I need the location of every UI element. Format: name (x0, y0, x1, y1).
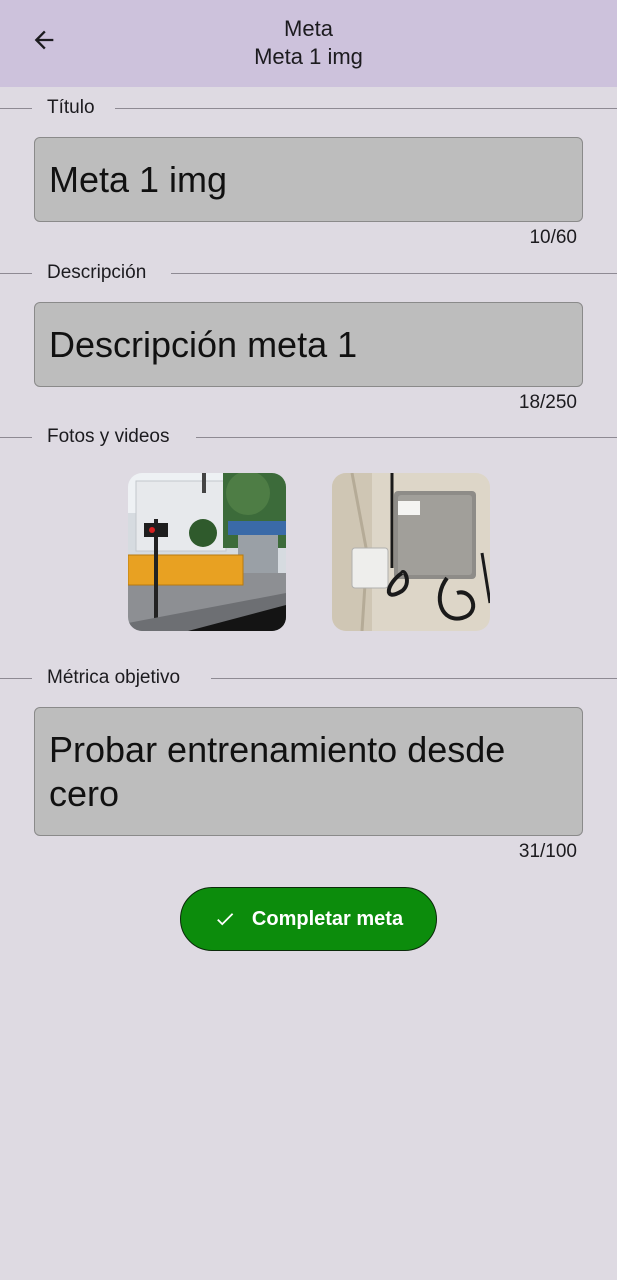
page-subtitle: Meta 1 img (254, 44, 363, 69)
divider (171, 273, 617, 274)
section-header-metrica: Métrica objetivo (0, 666, 617, 690)
divider (211, 678, 617, 679)
divider (115, 108, 617, 109)
electrical-box-photo-image (332, 473, 490, 631)
descripcion-char-counter: 18/250 (518, 392, 577, 413)
app-bar-titles: Meta Meta 1 img (0, 15, 617, 71)
titulo-field[interactable]: Meta 1 img (34, 137, 583, 222)
divider (196, 437, 617, 438)
section-label-metrica: Métrica objetivo (47, 667, 181, 688)
metrica-field[interactable]: Probar entrenamiento desde cero (34, 707, 583, 836)
app-bar: Meta Meta 1 img (0, 0, 617, 87)
photo-thumbnail-2[interactable] (332, 473, 490, 631)
complete-goal-label: Completar meta (251, 907, 404, 930)
section-header-titulo: Título (0, 96, 617, 120)
section-header-descripcion: Descripción (0, 261, 617, 285)
complete-goal-button[interactable]: Completar meta (180, 887, 437, 951)
street-photo-image (128, 473, 286, 631)
descripcion-field[interactable]: Descripción meta 1 (34, 302, 583, 387)
section-header-fotos: Fotos y videos (0, 425, 617, 449)
section-label-descripcion: Descripción (47, 262, 147, 283)
section-label-titulo: Título (47, 97, 95, 118)
section-label-fotos: Fotos y videos (47, 426, 170, 447)
page-title: Meta (284, 16, 333, 41)
divider (0, 108, 32, 109)
metrica-char-counter: 31/100 (518, 841, 577, 862)
divider (0, 678, 32, 679)
divider (0, 437, 32, 438)
titulo-char-counter: 10/60 (529, 227, 577, 248)
divider (0, 273, 32, 274)
check-icon (214, 908, 236, 930)
photo-thumbnail-1[interactable] (128, 473, 286, 631)
